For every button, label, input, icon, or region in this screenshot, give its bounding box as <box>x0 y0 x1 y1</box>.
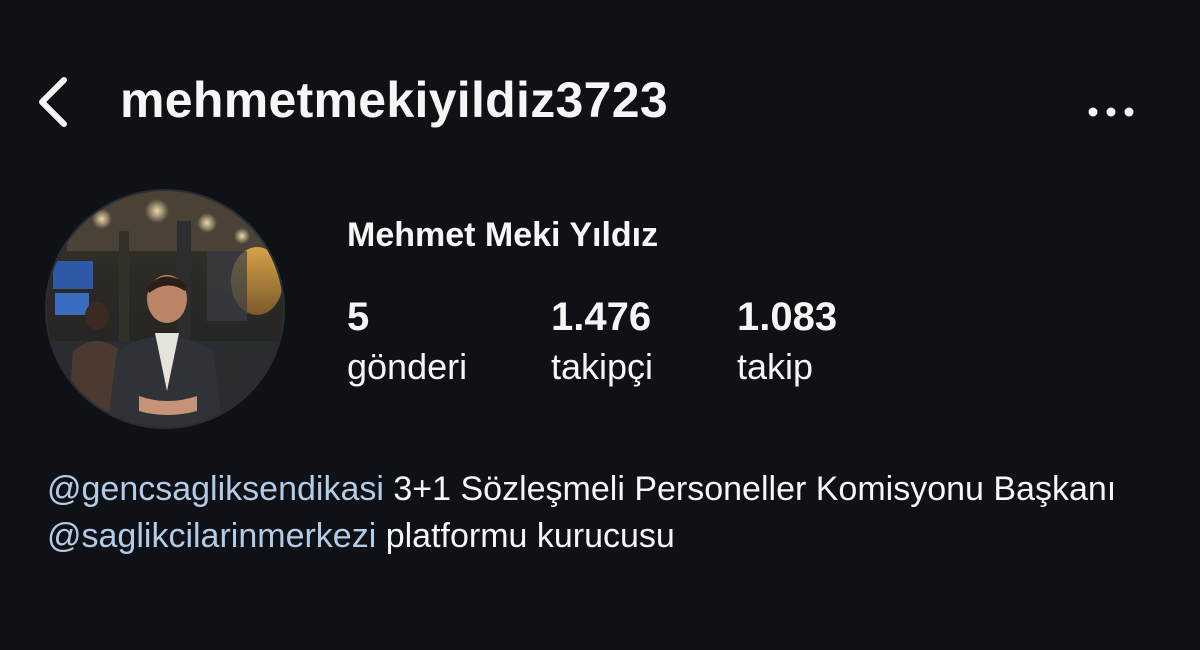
followers-label: takipçi <box>551 346 654 387</box>
posts-label: gönderi <box>347 346 468 387</box>
following-count: 1.083 <box>737 295 838 339</box>
followers-stat[interactable]: 1.476 takipçi <box>551 292 653 390</box>
chevron-left-icon <box>39 77 67 127</box>
avatar[interactable] <box>47 191 283 427</box>
bio-mention-link[interactable]: @saglikcilarinmerkezi <box>47 517 376 555</box>
posts-stat[interactable]: 5 gönderi <box>347 292 467 390</box>
bio-mention-link[interactable]: @gencsagliksendikasi <box>47 470 384 508</box>
more-options-button[interactable] <box>1082 74 1142 126</box>
bio-text: platformu kurucusu <box>376 517 675 555</box>
more-horizontal-icon <box>1088 107 1134 117</box>
profile-bio: @gencsagliksendikasi 3+1 Sözleşmeli Pers… <box>47 466 1167 560</box>
bio-line-1: @gencsagliksendikasi 3+1 Sözleşmeli Pers… <box>47 466 1167 513</box>
back-button[interactable] <box>28 70 84 130</box>
top-navigation-bar: mehmetmekiyildiz3723 <box>0 62 1200 142</box>
bio-text: 3+1 Sözleşmeli Personeller Komisyonu Baş… <box>383 470 1117 508</box>
profile-photo <box>47 191 283 427</box>
followers-count: 1.476 <box>551 295 652 339</box>
following-stat[interactable]: 1.083 takip <box>737 292 837 390</box>
posts-count: 5 <box>347 295 370 339</box>
profile-full-name: Mehmet Meki Yıldız <box>347 216 659 254</box>
profile-screen: mehmetmekiyildiz3723 Mehmet Meki Yıldız … <box>0 0 1200 650</box>
bio-line-2: @saglikcilarinmerkezi platformu kurucusu <box>47 513 1167 560</box>
page-title-username: mehmetmekiyildiz3723 <box>120 72 668 128</box>
following-label: takip <box>737 346 814 387</box>
